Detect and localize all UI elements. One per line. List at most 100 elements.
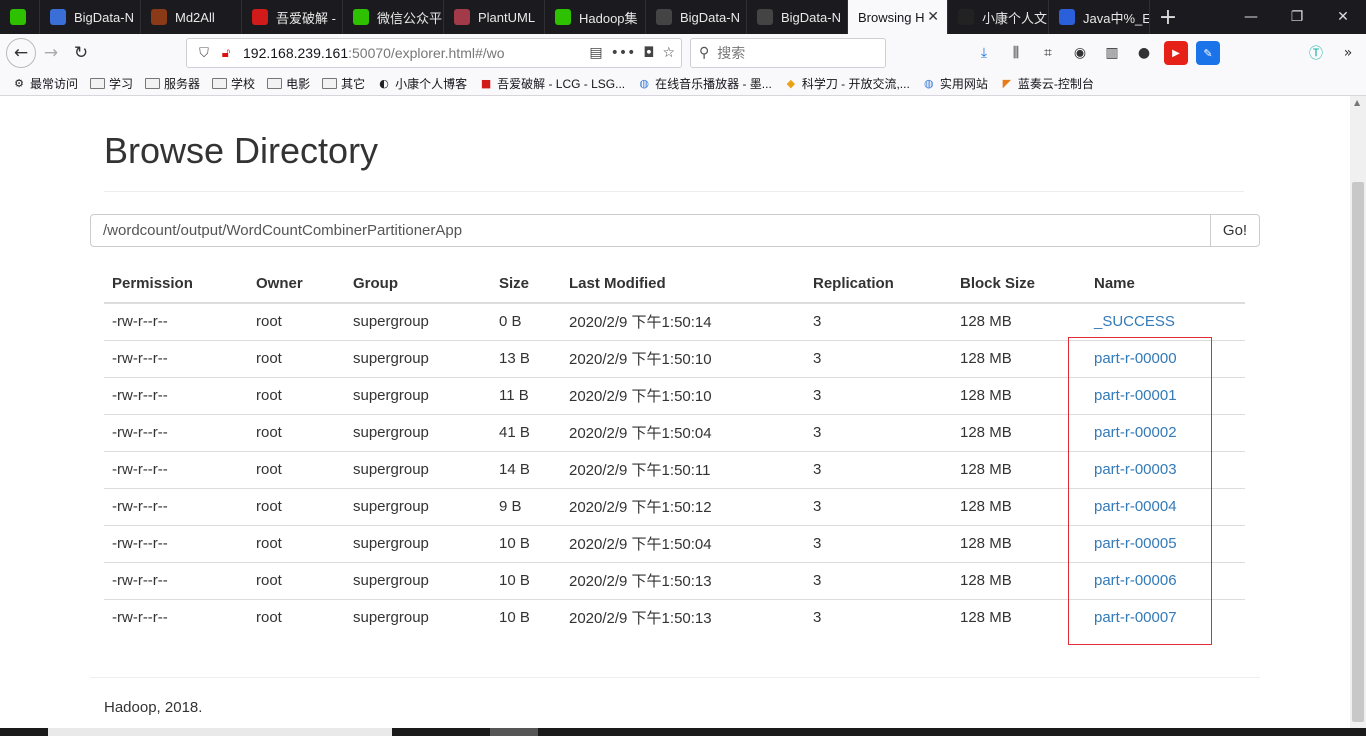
folder-icon [212,78,228,89]
pocket-icon[interactable]: ◘ [643,45,654,61]
bookmark-item[interactable]: ■ 吾爱破解 - LCG - LSG... [479,75,625,92]
title-divider [104,191,1244,192]
address-bar[interactable]: ⛉ 🔓︎ 192.168.239.161 :50070/explorer.htm… [186,38,682,68]
account-icon[interactable]: ● [1132,41,1156,65]
bookmark-item[interactable]: 其它 [322,75,365,92]
reload-button[interactable]: ↻ [66,38,96,68]
browser-tab[interactable]: Java中%_E [1049,0,1150,34]
folder-icon [322,78,338,89]
bookmark-label: 学校 [231,77,256,91]
taskbar-app[interactable] [490,728,538,736]
browser-tab[interactable]: BigData-N [747,0,848,34]
browser-tab[interactable]: Browsing H ✕ [848,0,948,34]
bookmark-item[interactable]: ◐ 小康个人博客 [377,75,467,92]
go-button[interactable]: Go! [1211,214,1260,247]
bookmark-item[interactable]: ◍ 在线音乐播放器 - 墨... [637,75,771,92]
maximize-icon[interactable]: ❐ [1274,0,1320,34]
browser-tab[interactable]: BigData-N [646,0,747,34]
browser-tab[interactable] [0,0,40,34]
close-window-icon[interactable]: ✕ [1320,0,1366,34]
cell-last-modified: 2020/2/9 下午1:50:12 [561,488,805,526]
directory-path-input[interactable]: /wordcount/output/WordCountCombinerParti… [90,214,1211,247]
column-header-replication[interactable]: Replication [805,264,952,304]
browser-tab[interactable]: 吾爱破解 - [242,0,343,34]
scroll-up-icon[interactable]: ▲ [1354,98,1360,107]
page-actions-icon[interactable]: ••• [611,45,636,61]
download-icon[interactable]: ⤓ [972,41,996,65]
library-icon[interactable]: ⫼ [1004,41,1028,65]
52pojie-icon: ■ [480,77,492,90]
cell-block-size: 128 MB [952,340,1086,378]
md2all-icon [151,9,167,25]
bookmark-label: 小康个人博客 [395,77,468,91]
browser-tab-strip: BigData-N Md2All 吾爱破解 - 微信公众平 PlantUML Hadoop… [0,0,1366,34]
close-tab-icon[interactable]: ✕ [927,8,939,25]
column-header-name[interactable]: Name [1086,264,1245,304]
browser-tab[interactable]: BigData-N [40,0,141,34]
column-header-size[interactable]: Size [491,264,561,304]
browser-tab[interactable]: 小康个人文 [948,0,1049,34]
bookmark-item[interactable]: ◍ 实用网站 [922,75,988,92]
translate-icon[interactable]: Ⓣ [1304,41,1328,65]
bookmark-item[interactable]: ⚙ 最常访问 [12,75,78,92]
search-input[interactable]: ⚲ 搜索 [690,38,886,68]
bookmark-item[interactable]: 学校 [212,75,255,92]
column-header-block-size[interactable]: Block Size [952,264,1086,304]
cell-replication: 3 [813,609,822,627]
bookmark-item[interactable]: 学习 [90,75,133,92]
cell-last-modified: 2020/2/9 下午1:50:10 [561,340,805,378]
column-header-owner[interactable]: Owner [248,264,345,304]
column-header-last-modified[interactable]: Last Modified [561,264,805,304]
forward-button[interactable]: → [36,38,66,68]
os-taskbar [0,728,1366,736]
url-host: 192.168.239.161 [243,45,349,61]
cell-permission: -rw-r--r-- [104,414,248,452]
bookmark-label: 吾爱破解 - LCG - LSG... [497,77,626,91]
overflow-chevron-icon[interactable]: » [1336,41,1360,65]
scrollbar-thumb[interactable] [1352,182,1364,722]
bookmark-item[interactable]: 服务器 [145,75,200,92]
youtube-icon[interactable]: ▶ [1164,41,1188,65]
browser-tab[interactable]: PlantUML [444,0,545,34]
tab-title: 微信公众平 [377,10,443,26]
github-icon [656,9,672,25]
toolbar-icons: ⤓ ⫼ ⌗ ◉ ▥ ● ▶ ✎ Ⓣ » ≡ [972,38,1366,68]
search-icon: ⚲ [699,45,710,61]
cell-replication: 3 [805,562,952,600]
vertical-scrollbar[interactable]: ▲ [1350,96,1366,728]
insecure-lock-icon[interactable]: 🔓︎ [215,46,237,61]
bookmark-item[interactable]: ◤ 蓝奏云-控制台 [1000,75,1094,92]
cell-size: 10 B [491,562,561,600]
cell-owner: root [248,525,345,563]
cell-replication: 3 [805,414,952,452]
back-button[interactable]: ← [6,38,36,68]
bookmark-label: 学习 [109,77,134,91]
bookmark-item[interactable]: 电影 [267,75,310,92]
minimize-icon[interactable]: — [1228,0,1274,34]
tab-title: Md2All [175,9,215,25]
new-tab-button[interactable]: + [1150,0,1186,34]
dot-icon [50,9,66,25]
sidebar-icon[interactable]: ▥ [1100,41,1124,65]
page-footer: Hadoop, 2018. [104,699,203,716]
taskbar-search[interactable] [48,728,392,736]
browser-tab[interactable]: 微信公众平 [343,0,444,34]
globe-icon: ◍ [639,77,649,90]
bookmark-item[interactable]: ◆ 科学刀 - 开放交流,... [784,75,910,92]
edit-extension-icon[interactable]: ✎ [1196,41,1220,65]
cell-last-modified: 2020/2/9 下午1:50:10 [561,377,805,415]
gear-icon: ⚙ [14,77,24,90]
browser-tab[interactable]: Hadoop集 [545,0,646,34]
bookmark-star-icon[interactable]: ☆ [662,45,675,61]
chat-icon[interactable]: ◉ [1068,41,1092,65]
window-controls: — ❐ ✕ [1228,0,1366,34]
screenshot-icon[interactable]: ⌗ [1036,41,1060,65]
column-header-permission[interactable]: Permission [104,264,248,304]
shield-icon[interactable]: ⛉ [193,46,215,61]
file-name-link[interactable]: _SUCCESS [1086,303,1245,341]
bookmark-label: 电影 [286,77,311,91]
browser-tab[interactable]: Md2All [141,0,242,34]
reader-view-icon[interactable]: ▤ [589,45,602,61]
cell-owner: root [248,562,345,600]
column-header-group[interactable]: Group [345,264,491,304]
